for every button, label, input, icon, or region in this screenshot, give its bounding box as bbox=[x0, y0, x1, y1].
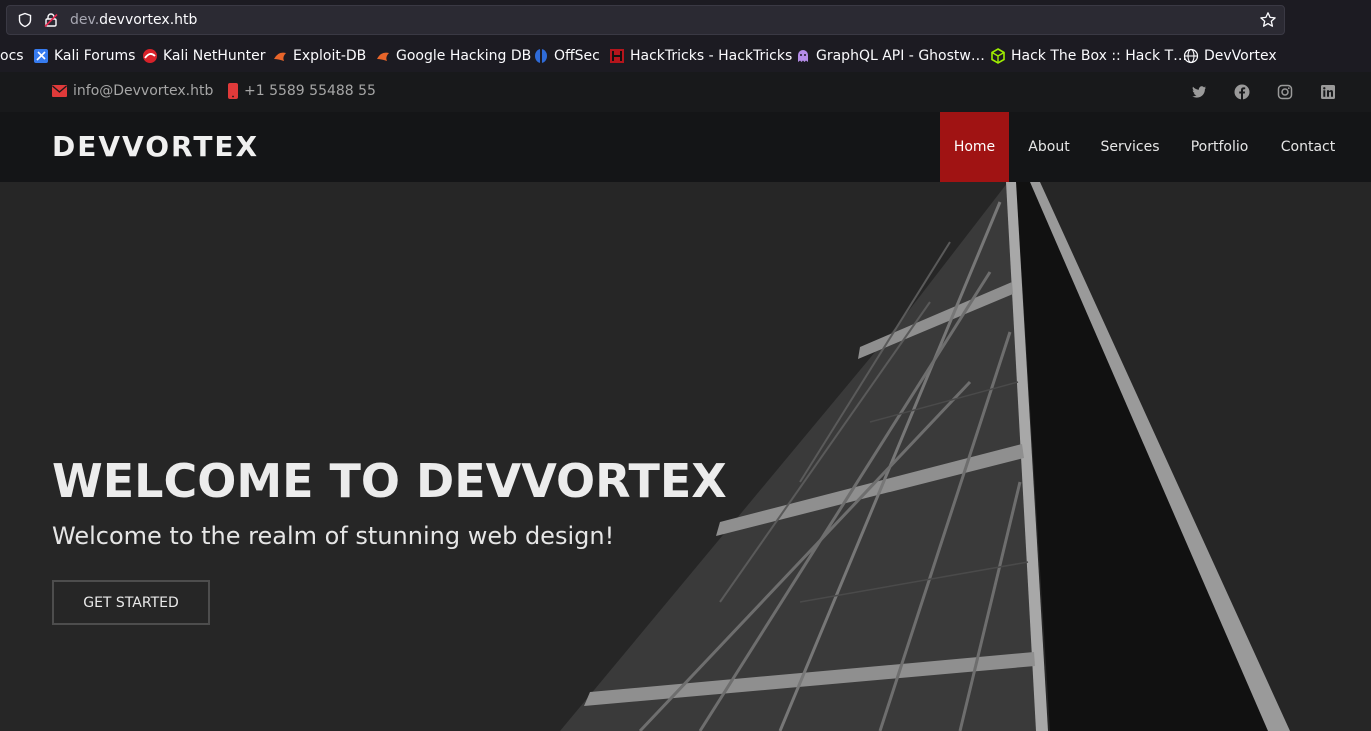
exploit-db-icon bbox=[274, 52, 286, 61]
bookmark-label: Exploit-DB bbox=[293, 48, 367, 64]
insecure-lock-icon[interactable] bbox=[43, 12, 59, 28]
bookmark-graphql-ghost[interactable]: GraphQL API - Ghostw… bbox=[795, 46, 985, 66]
bookmark-label: Hack The Box :: Hack T… bbox=[1011, 48, 1188, 64]
nav-services[interactable]: Services bbox=[1096, 112, 1164, 182]
bookmark-label: GraphQL API - Ghostw… bbox=[816, 48, 985, 64]
bookmark-kali-forums[interactable]: Kali Forums bbox=[33, 46, 135, 66]
bookmark-google-hacking-db[interactable]: Google Hacking DB bbox=[375, 46, 531, 66]
get-started-button[interactable]: GET STARTED bbox=[52, 580, 210, 625]
bookmark-label: HackTricks - HackTricks bbox=[630, 48, 793, 64]
web-page: info@Devvortex.htb +1 5589 55488 55 DEVV… bbox=[0, 72, 1371, 731]
browser-toolbar: dev.devvortex.htb bbox=[0, 0, 1371, 40]
phone-text: +1 5589 55488 55 bbox=[244, 83, 376, 99]
htb-cube-icon bbox=[991, 48, 1005, 64]
phone-icon bbox=[228, 83, 238, 99]
url-subdomain: dev. bbox=[70, 12, 100, 28]
shield-icon[interactable] bbox=[17, 12, 33, 28]
ghdb-icon bbox=[377, 52, 389, 61]
url-domain: devvortex.htb bbox=[99, 12, 198, 28]
bookmark-label: ocs bbox=[0, 48, 24, 64]
nav-about[interactable]: About bbox=[1021, 112, 1077, 182]
twitter-icon[interactable] bbox=[1191, 84, 1207, 100]
offsec-icon bbox=[535, 49, 547, 63]
envelope-icon bbox=[52, 85, 67, 97]
hero-section: WELCOME TO DEVVORTEX Welcome to the real… bbox=[0, 182, 1371, 731]
bookmark-hacktricks[interactable]: HackTricks - HackTricks bbox=[609, 46, 792, 66]
bookmark-label: Google Hacking DB bbox=[396, 48, 532, 64]
bookmark-label: Kali NetHunter bbox=[163, 48, 266, 64]
kali-nethunter-icon bbox=[143, 49, 157, 63]
kali-forums-icon bbox=[34, 49, 48, 63]
bookmark-offsec[interactable]: OffSec bbox=[533, 46, 600, 66]
url-text[interactable]: dev.devvortex.htb bbox=[70, 12, 197, 28]
bookmark-kali-nethunter[interactable]: Kali NetHunter bbox=[142, 46, 265, 66]
bookmark-star-icon[interactable] bbox=[1259, 11, 1277, 29]
contact-phone[interactable]: +1 5589 55488 55 bbox=[228, 83, 376, 99]
facebook-icon[interactable] bbox=[1234, 84, 1250, 100]
main-navbar: DEVVORTEX Home About Services Portfolio … bbox=[0, 112, 1371, 182]
bookmark-exploit-db[interactable]: Exploit-DB bbox=[272, 46, 366, 66]
bookmark-label: OffSec bbox=[554, 48, 600, 64]
url-bar[interactable]: dev.devvortex.htb bbox=[6, 5, 1285, 35]
contact-topbar: info@Devvortex.htb +1 5589 55488 55 bbox=[0, 72, 1371, 112]
linkedin-icon[interactable] bbox=[1320, 84, 1336, 100]
contact-email[interactable]: info@Devvortex.htb bbox=[52, 83, 213, 99]
hacktricks-icon bbox=[610, 49, 624, 63]
site-logo[interactable]: DEVVORTEX bbox=[52, 130, 259, 163]
ghost-icon bbox=[798, 50, 808, 62]
hero-subtitle: Welcome to the realm of stunning web des… bbox=[52, 522, 615, 550]
bookmark-docs[interactable]: ocs bbox=[0, 46, 24, 66]
nav-portfolio[interactable]: Portfolio bbox=[1184, 112, 1255, 182]
globe-icon bbox=[1183, 48, 1199, 64]
bookmark-label: DevVortex bbox=[1204, 48, 1277, 64]
bookmark-hack-the-box[interactable]: Hack The Box :: Hack T… bbox=[990, 46, 1187, 66]
bookmark-devvortex[interactable]: DevVortex bbox=[1183, 46, 1277, 66]
email-text: info@Devvortex.htb bbox=[73, 83, 214, 99]
instagram-icon[interactable] bbox=[1277, 84, 1293, 100]
hero-title: WELCOME TO DEVVORTEX bbox=[52, 454, 727, 508]
nav-contact[interactable]: Contact bbox=[1277, 112, 1339, 182]
nav-home[interactable]: Home bbox=[940, 112, 1009, 182]
bookmarks-toolbar: ocs Kali Forums Kali NetHunter Exploit-D… bbox=[0, 40, 1371, 72]
bookmark-label: Kali Forums bbox=[54, 48, 136, 64]
